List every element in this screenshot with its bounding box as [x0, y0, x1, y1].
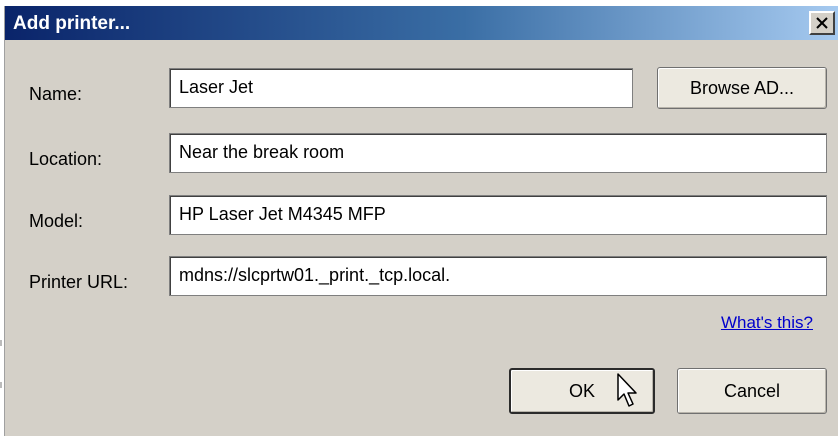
close-icon: [816, 17, 828, 29]
dialog-title: Add printer...: [13, 13, 131, 34]
name-label: Name:: [29, 84, 83, 104]
screen: Add printer... Name: Browse AD... Locati…: [0, 0, 838, 436]
add-printer-dialog: Add printer... Name: Browse AD... Locati…: [4, 6, 838, 436]
cancel-button[interactable]: Cancel: [677, 368, 827, 414]
printer-url-field[interactable]: [169, 256, 827, 296]
background-edge: [0, 340, 2, 388]
browse-ad-button[interactable]: Browse AD...: [657, 67, 827, 109]
location-field[interactable]: [169, 133, 827, 173]
close-button[interactable]: [809, 11, 835, 35]
name-field[interactable]: [169, 68, 633, 108]
printer-url-label: Printer URL:: [29, 272, 129, 292]
location-label: Location:: [29, 149, 103, 169]
whats-this-link[interactable]: What's this?: [721, 313, 813, 333]
model-field[interactable]: [169, 195, 827, 235]
model-label: Model:: [29, 211, 84, 231]
ok-button[interactable]: OK: [509, 368, 655, 414]
title-bar[interactable]: Add printer...: [5, 6, 838, 40]
